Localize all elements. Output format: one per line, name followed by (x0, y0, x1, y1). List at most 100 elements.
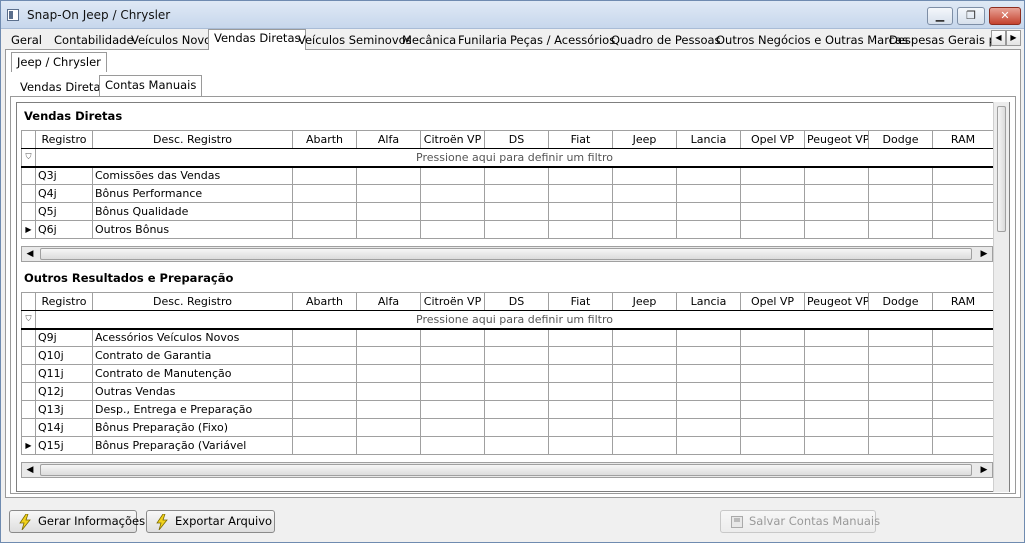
value-cell[interactable] (484, 328, 549, 347)
value-cell[interactable] (356, 220, 421, 239)
current-row-pointer-icon[interactable]: ▶ (21, 436, 36, 455)
value-cell[interactable] (356, 184, 421, 203)
registro-cell[interactable]: Q15j (35, 436, 93, 455)
value-cell[interactable] (356, 382, 421, 401)
registro-cell[interactable]: Q12j (35, 382, 93, 401)
value-cell[interactable] (292, 436, 357, 455)
value-cell[interactable] (804, 436, 869, 455)
value-cell[interactable] (804, 184, 869, 203)
value-cell[interactable] (548, 346, 613, 365)
value-cell[interactable] (740, 166, 805, 185)
value-cell[interactable] (548, 364, 613, 383)
value-cell[interactable] (484, 184, 549, 203)
column-header[interactable]: Registro (35, 292, 93, 311)
value-cell[interactable] (484, 436, 549, 455)
table-row[interactable]: Q13j Desp., Entrega e Preparação (21, 400, 994, 419)
value-cell[interactable] (676, 328, 741, 347)
value-cell[interactable] (548, 382, 613, 401)
row-selector-header[interactable] (21, 130, 36, 149)
value-cell[interactable] (484, 346, 549, 365)
row-selector[interactable] (21, 184, 36, 203)
value-cell[interactable] (804, 328, 869, 347)
table-row[interactable]: ▶ Q15j Bônus Preparação (Variável (21, 436, 994, 455)
value-cell[interactable] (740, 418, 805, 437)
filter-row[interactable]: ⛉ Pressione aqui para definir um filtro (21, 148, 994, 168)
value-cell[interactable] (676, 382, 741, 401)
value-cell[interactable] (548, 184, 613, 203)
registro-cell[interactable]: Q14j (35, 418, 93, 437)
value-cell[interactable] (420, 184, 485, 203)
value-cell[interactable] (868, 418, 933, 437)
row-selector[interactable] (21, 400, 36, 419)
value-cell[interactable] (868, 220, 933, 239)
grid-horizontal-scrollbar[interactable]: ◀ ▶ (21, 246, 993, 262)
value-cell[interactable] (868, 166, 933, 185)
value-cell[interactable] (356, 418, 421, 437)
tab-quadro-de-pessoas[interactable]: Quadro de Pessoas (605, 31, 727, 50)
registro-cell[interactable]: Q3j (35, 166, 93, 185)
value-cell[interactable] (420, 382, 485, 401)
filter-icon[interactable]: ⛉ (21, 310, 36, 330)
column-header[interactable]: Desc. Registro (92, 130, 293, 149)
value-cell[interactable] (932, 418, 994, 437)
value-cell[interactable] (740, 382, 805, 401)
value-cell[interactable] (676, 184, 741, 203)
desc-registro-cell[interactable]: Comissões das Vendas (92, 166, 293, 185)
row-selector[interactable] (21, 382, 36, 401)
column-header[interactable]: DS (484, 292, 549, 311)
value-cell[interactable] (548, 418, 613, 437)
value-cell[interactable] (356, 202, 421, 221)
desc-registro-cell[interactable]: Outras Vendas (92, 382, 293, 401)
value-cell[interactable] (804, 346, 869, 365)
registro-cell[interactable]: Q9j (35, 328, 93, 347)
value-cell[interactable] (292, 328, 357, 347)
value-cell[interactable] (420, 202, 485, 221)
value-cell[interactable] (292, 184, 357, 203)
grid-horizontal-scrollbar[interactable]: ◀ ▶ (21, 462, 993, 478)
scroll-right-icon[interactable]: ▶ (976, 247, 992, 261)
value-cell[interactable] (292, 166, 357, 185)
value-cell[interactable] (868, 364, 933, 383)
value-cell[interactable] (932, 184, 994, 203)
column-header[interactable]: RAM (932, 292, 994, 311)
table-row[interactable]: Q3j Comissões das Vendas (21, 166, 994, 185)
column-header[interactable]: Alfa (356, 130, 421, 149)
value-cell[interactable] (356, 364, 421, 383)
value-cell[interactable] (356, 166, 421, 185)
column-header[interactable]: Fiat (548, 130, 613, 149)
value-cell[interactable] (484, 400, 549, 419)
value-cell[interactable] (420, 400, 485, 419)
value-cell[interactable] (612, 418, 677, 437)
value-cell[interactable] (484, 382, 549, 401)
value-cell[interactable] (612, 328, 677, 347)
minimize-button[interactable]: ▁ (927, 7, 953, 25)
registro-cell[interactable]: Q4j (35, 184, 93, 203)
value-cell[interactable] (612, 220, 677, 239)
row-selector[interactable] (21, 328, 36, 347)
value-cell[interactable] (420, 166, 485, 185)
row-selector[interactable] (21, 418, 36, 437)
value-cell[interactable] (612, 166, 677, 185)
column-header[interactable]: Dodge (868, 292, 933, 311)
registro-cell[interactable]: Q13j (35, 400, 93, 419)
filter-placeholder[interactable]: Pressione aqui para definir um filtro (35, 148, 994, 168)
value-cell[interactable] (420, 220, 485, 239)
value-cell[interactable] (932, 364, 994, 383)
column-header[interactable]: Dodge (868, 130, 933, 149)
value-cell[interactable] (420, 364, 485, 383)
value-cell[interactable] (868, 202, 933, 221)
desc-registro-cell[interactable]: Contrato de Manutenção (92, 364, 293, 383)
value-cell[interactable] (804, 382, 869, 401)
column-header[interactable]: Peugeot VP (804, 292, 869, 311)
value-cell[interactable] (676, 346, 741, 365)
desc-registro-cell[interactable]: Acessórios Veículos Novos (92, 328, 293, 347)
value-cell[interactable] (676, 364, 741, 383)
desc-registro-cell[interactable]: Contrato de Garantia (92, 346, 293, 365)
value-cell[interactable] (420, 436, 485, 455)
column-header[interactable]: Opel VP (740, 130, 805, 149)
value-cell[interactable] (356, 400, 421, 419)
column-header[interactable]: RAM (932, 130, 994, 149)
column-header[interactable]: Citroën VP (420, 130, 485, 149)
value-cell[interactable] (420, 346, 485, 365)
registro-cell[interactable]: Q5j (35, 202, 93, 221)
